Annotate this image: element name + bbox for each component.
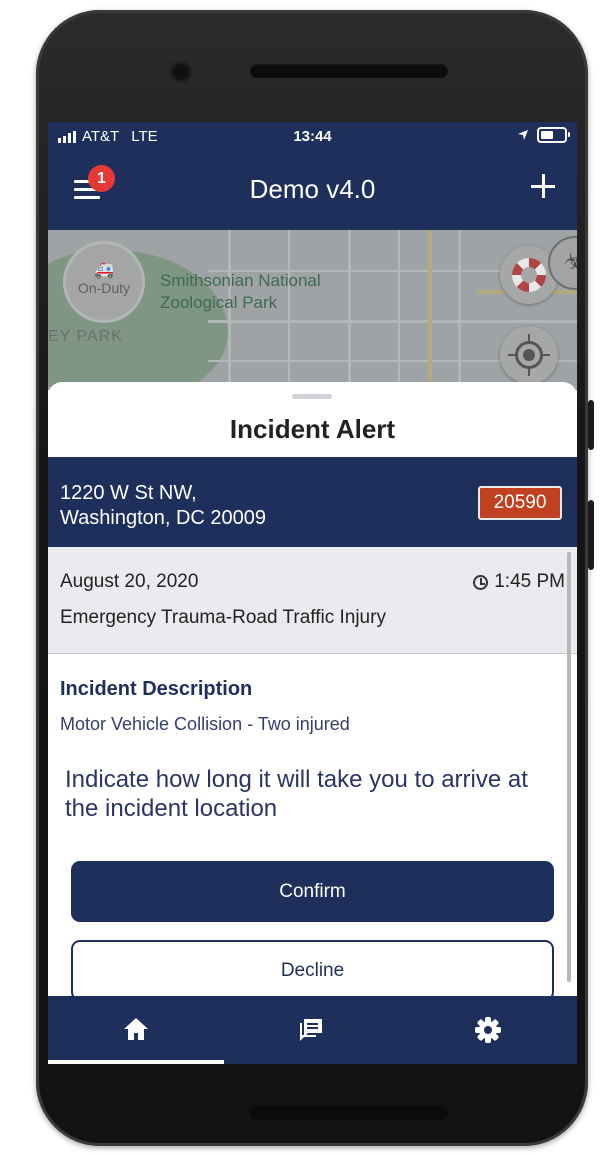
clock-icon — [473, 574, 489, 590]
incident-date: August 20, 2020 — [60, 571, 199, 592]
map-view[interactable]: Smithsonian National Zoological Park EY … — [48, 230, 577, 390]
app-title: Demo v4.0 — [249, 174, 376, 204]
decline-button[interactable]: Decline — [71, 940, 554, 1001]
add-icon[interactable] — [531, 174, 555, 198]
earpiece-speaker — [250, 64, 448, 78]
sheet-title: Incident Alert — [229, 414, 396, 444]
phone-screen: AT&T LTE 13:44 1 Demo v4.0 Smithsonian N… — [48, 122, 577, 1064]
chat-icon — [300, 1019, 322, 1041]
front-camera — [170, 61, 192, 83]
incident-alert-sheet: Incident Alert 1220 W St NW, Washington,… — [48, 382, 577, 1064]
scrollbar[interactable] — [567, 552, 571, 982]
arrival-prompt: Indicate how long it will take you to ar… — [65, 766, 528, 822]
area-label: EY PARK — [48, 328, 123, 345]
ambulance-icon: 🚑 — [94, 262, 114, 279]
bottom-speaker — [250, 1106, 448, 1120]
confirm-button[interactable]: Confirm — [71, 861, 554, 922]
status-right — [517, 127, 570, 143]
incident-code-badge: 20590 — [478, 486, 562, 520]
on-duty-button[interactable]: 🚑 On-Duty — [66, 244, 142, 320]
power-button — [588, 500, 594, 570]
volume-button — [588, 400, 594, 450]
incident-meta: August 20, 2020 1:45 PM Emergency Trauma… — [48, 547, 577, 654]
tab-bar — [48, 996, 577, 1064]
tab-messages[interactable] — [224, 996, 400, 1064]
address-line2: Washington, DC 20009 — [60, 507, 267, 529]
description-heading: Incident Description — [60, 678, 253, 700]
status-bar: AT&T LTE 13:44 — [48, 122, 577, 152]
locate-button[interactable] — [500, 326, 558, 384]
address-line1: 1220 W St NW, — [60, 482, 197, 504]
biohazard-icon: ☣ — [564, 248, 577, 275]
home-icon — [124, 1018, 148, 1040]
poi-label: Smithsonian National Zoological Park — [160, 271, 321, 312]
location-arrow-icon — [518, 130, 528, 140]
app-bar: 1 Demo v4.0 — [48, 152, 577, 230]
incident-type: Emergency Trauma-Road Traffic Injury — [60, 607, 386, 628]
battery-icon — [537, 127, 570, 143]
incident-address: 1220 W St NW, Washington, DC 20009 — [60, 481, 266, 531]
on-duty-label: On-Duty — [77, 280, 131, 296]
incident-time: 1:45 PM — [473, 571, 565, 593]
tab-settings[interactable] — [400, 996, 576, 1064]
address-band: 1220 W St NW, Washington, DC 20009 20590 — [48, 457, 577, 547]
incident-time-value: 1:45 PM — [494, 571, 565, 592]
active-tab-indicator — [48, 1060, 224, 1064]
sheet-drag-handle[interactable] — [292, 394, 332, 399]
status-time: 13:44 — [293, 128, 332, 145]
lifebuoy-icon — [512, 258, 546, 292]
description-text: Motor Vehicle Collision - Two injured — [60, 714, 350, 734]
tab-home[interactable] — [48, 996, 224, 1064]
gear-icon — [475, 1017, 501, 1043]
